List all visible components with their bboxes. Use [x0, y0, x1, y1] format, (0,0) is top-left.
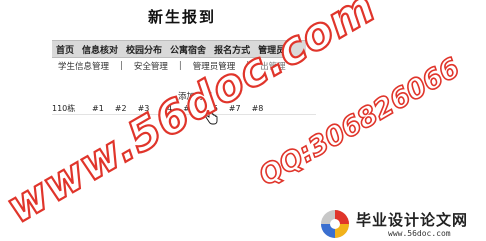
sub-nav-separator: | [178, 61, 182, 71]
page-title: 新生报到 [148, 8, 217, 26]
sub-nav-security[interactable]: 安全管理 [134, 60, 168, 72]
logo-url: www.56doc.com [388, 229, 451, 238]
sub-nav-separator: | [120, 61, 123, 71]
building-name: 110栋 [52, 104, 76, 113]
sub-nav-admin-management[interactable]: 管理员管理 [193, 60, 236, 72]
room-link[interactable]: #4 [160, 104, 172, 113]
room-link[interactable]: #2 [115, 104, 127, 113]
add-room-link[interactable]: 添加房间 [178, 90, 212, 102]
sub-nav: 学生信息管理 | 安全管理 | 管理员管理 | 出管理 [58, 60, 286, 72]
watermark-qq: QQ:306826066 [254, 52, 465, 192]
nav-item-campus-map[interactable]: 校园分布 [122, 43, 166, 56]
sub-nav-student-info[interactable]: 学生信息管理 [58, 60, 109, 72]
logo-emblem-icon [321, 210, 349, 238]
room-link[interactable]: #5 [183, 104, 195, 113]
nav-item-registration[interactable]: 报名方式 [210, 43, 254, 56]
watermark-layer: www.56doc.com QQ:306826066 [0, 0, 466, 235]
sub-nav-checkout-management[interactable]: 出管理 [260, 60, 286, 72]
nav-item-home[interactable]: 首页 [52, 43, 78, 56]
room-link[interactable]: #1 [92, 104, 104, 113]
nav-item-dormitory[interactable]: 公寓宿舍 [166, 43, 210, 56]
room-link[interactable]: #7 [229, 104, 241, 113]
building-row: 110栋 #1 #2 #3 #4 #5 #6 #7 #8 [52, 103, 316, 115]
logo-text: 毕业设计论文网 [356, 211, 469, 229]
watermark-main: www.56doc.com [0, 0, 384, 234]
room-link[interactable]: #8 [252, 104, 264, 113]
hand-cursor-icon [205, 108, 218, 125]
room-link[interactable]: #3 [138, 104, 150, 113]
nav-item-admin[interactable]: 管理员 [254, 43, 289, 56]
sub-nav-separator: | [246, 61, 250, 71]
main-nav: 首页 信息核对 校园分布 公寓宿舍 报名方式 管理员 [52, 40, 306, 58]
site-logo: 毕业设计论文网 www.56doc.com [318, 208, 486, 241]
nav-item-info-check[interactable]: 信息核对 [78, 43, 122, 56]
